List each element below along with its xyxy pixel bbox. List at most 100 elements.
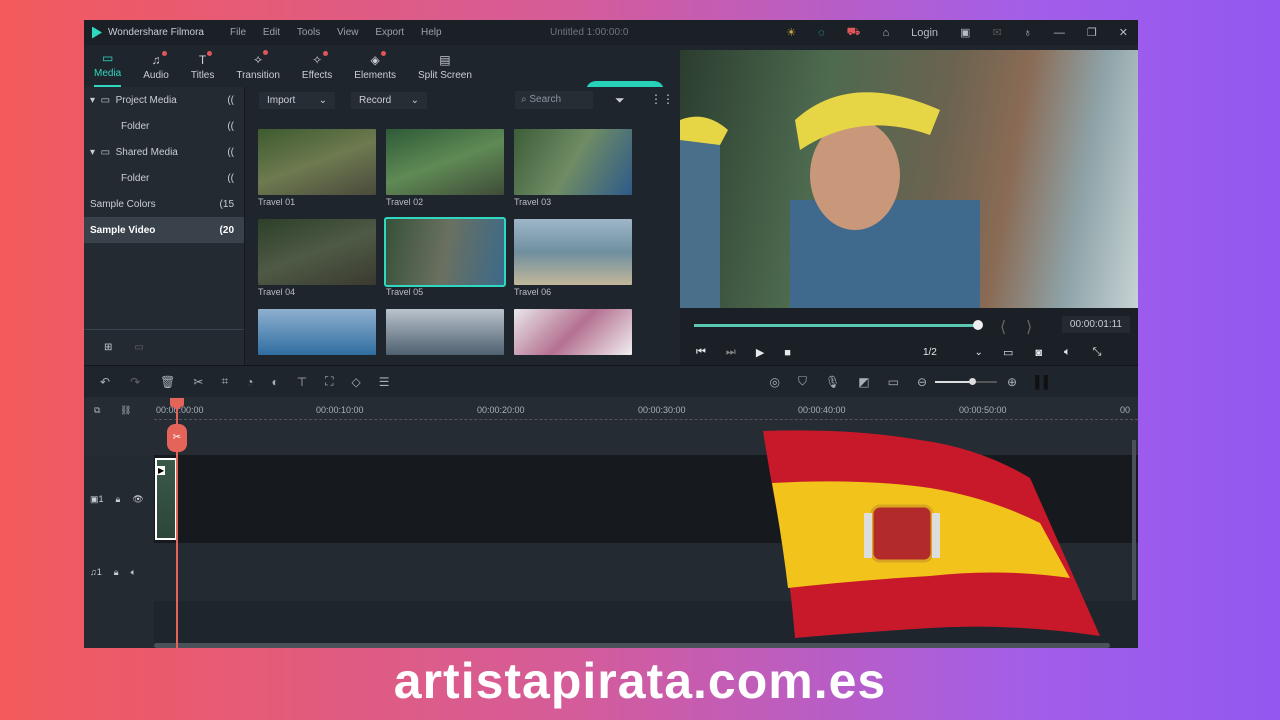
tab-transition[interactable]: ⟡ Transition: [236, 50, 280, 87]
library-project-media[interactable]: ▾ ▭ Project Media((: [84, 87, 244, 113]
stabilize-icon[interactable]: ⊤: [297, 375, 307, 389]
library-folder[interactable]: Folder((: [84, 165, 244, 191]
app-title: Wondershare Filmora: [108, 27, 204, 38]
crop-icon[interactable]: ⌗: [221, 374, 228, 389]
next-frame-icon[interactable]: ⏭: [726, 346, 736, 359]
vertical-scrollbar[interactable]: [1132, 440, 1136, 600]
audio-mix-icon[interactable]: ◩: [858, 375, 869, 389]
search-input[interactable]: ⌕ Search: [515, 91, 593, 109]
quality-dropdown[interactable]: 1/2 ⌄: [923, 347, 983, 358]
menu-export[interactable]: Export: [375, 27, 404, 38]
minimize-button[interactable]: —: [1054, 27, 1065, 39]
tab-media[interactable]: ▭ Media: [94, 51, 122, 87]
media-clip[interactable]: Travel 06: [514, 219, 632, 297]
fullscreen-icon[interactable]: ⤡: [1093, 346, 1102, 359]
menu-bar: File Edit Tools View Export Help: [216, 27, 442, 38]
playback-progress-bar[interactable]: [694, 324, 979, 327]
split-marker-icon[interactable]: ✂: [167, 424, 187, 452]
menu-help[interactable]: Help: [421, 27, 442, 38]
play-icon[interactable]: ▶: [756, 346, 764, 359]
cut-icon[interactable]: ✂: [193, 375, 203, 389]
volume-icon[interactable]: 🔈︎: [1064, 346, 1071, 359]
redo-icon[interactable]: ↷: [130, 375, 140, 389]
mail-icon[interactable]: ✉: [992, 26, 1001, 39]
mic-icon[interactable]: ♁: [1024, 27, 1032, 39]
fit-icon[interactable]: ⛶: [325, 374, 333, 389]
media-clip[interactable]: [514, 309, 632, 355]
mark-out-icon[interactable]: ⟩: [1026, 317, 1032, 337]
media-clip[interactable]: [258, 309, 376, 355]
gift-icon[interactable]: ⌂: [882, 27, 889, 39]
menu-view[interactable]: View: [337, 27, 359, 38]
progress-handle[interactable]: [973, 320, 984, 330]
timeline-clip[interactable]: ▶: [155, 458, 177, 540]
zoom-in-icon[interactable]: ⊕: [1007, 375, 1017, 389]
display-icon[interactable]: ▭: [1003, 346, 1013, 359]
close-button[interactable]: ✕: [1119, 26, 1128, 39]
save-icon[interactable]: ▣: [960, 26, 970, 39]
tab-elements[interactable]: ◈ Elements: [354, 51, 396, 87]
bulb-icon[interactable]: ☀: [786, 26, 796, 39]
cart-icon[interactable]: ⛟: [847, 26, 861, 40]
ruler-tick: 00:00:30:00: [638, 405, 686, 415]
marker-icon[interactable]: ⛉: [798, 374, 807, 389]
media-clip[interactable]: Travel 03: [514, 129, 632, 207]
undo-icon[interactable]: ↶: [100, 375, 110, 389]
zoom-slider[interactable]: [935, 377, 998, 385]
grid-view-icon[interactable]: ⋮⋮: [650, 92, 674, 106]
music-icon: ♫: [152, 51, 167, 67]
render-icon[interactable]: ◎: [770, 375, 780, 389]
import-dropdown[interactable]: Import ⌄: [259, 92, 335, 109]
timecode-display: 00:00:01:11: [1061, 316, 1130, 333]
restore-button[interactable]: ❐: [1087, 26, 1097, 39]
mark-in-icon[interactable]: ⟨: [1000, 317, 1006, 337]
folder-icon[interactable]: ▭: [134, 342, 143, 353]
delete-icon[interactable]: 🗑︎: [160, 375, 175, 389]
zoom-out-icon[interactable]: ⊖: [917, 375, 927, 389]
speed-icon[interactable]: ◔: [246, 375, 253, 389]
color-icon[interactable]: ◐: [271, 375, 278, 389]
link-icon[interactable]: ⛓: [120, 405, 131, 416]
prev-frame-icon[interactable]: ⏮: [696, 346, 706, 359]
menu-edit[interactable]: Edit: [263, 27, 280, 38]
media-clip[interactable]: [386, 309, 504, 355]
filter-icon[interactable]: ⏷: [615, 93, 625, 108]
new-folder-icon[interactable]: ⊞: [104, 342, 112, 353]
adjust-icon[interactable]: ☰: [379, 375, 390, 389]
media-clip[interactable]: Travel 02: [386, 129, 504, 207]
menu-file[interactable]: File: [230, 27, 246, 38]
main-toolbar: ▭ Media ♫ Audio T Titles ⟡ Transition ✧ Effec…: [84, 45, 680, 101]
library-shared-media[interactable]: ▾ ▭ Shared Media((: [84, 139, 244, 165]
add-track-icon[interactable]: ⧉: [94, 405, 100, 416]
record-dropdown[interactable]: Record ⌄: [351, 92, 427, 109]
caption-icon[interactable]: ▭: [888, 375, 899, 389]
sync-icon[interactable]: ◌: [818, 27, 825, 39]
menu-tools[interactable]: Tools: [297, 27, 320, 38]
keyframe-icon[interactable]: ◇: [352, 375, 361, 389]
tab-titles[interactable]: T Titles: [191, 51, 214, 87]
lock-icon[interactable]: 🔒︎: [114, 567, 119, 578]
video-preview[interactable]: [680, 50, 1138, 308]
media-clip[interactable]: Travel 05: [384, 217, 506, 297]
tab-effects[interactable]: ✧ Effects: [302, 51, 332, 87]
pause-icon[interactable]: ▌▌: [1035, 375, 1052, 389]
speaker-icon[interactable]: 🔈︎: [131, 567, 136, 578]
stop-icon[interactable]: ■: [784, 347, 791, 359]
tab-split-screen[interactable]: ▤ Split Screen: [418, 53, 472, 87]
tab-audio[interactable]: ♫ Audio: [143, 51, 169, 87]
library-sample-video[interactable]: Sample Video (20: [84, 217, 244, 243]
login-link[interactable]: Login: [911, 27, 938, 39]
effects-icon: ✧: [312, 51, 329, 67]
media-clip[interactable]: Travel 01: [258, 129, 376, 207]
snapshot-icon[interactable]: ◙: [1035, 347, 1042, 359]
lock-icon[interactable]: 🔒︎: [116, 494, 121, 505]
eye-icon[interactable]: 👁︎: [132, 494, 143, 505]
library-folder[interactable]: Folder((: [84, 113, 244, 139]
caret-down-icon: ▾: [90, 94, 101, 106]
voiceover-icon[interactable]: 🎙︎: [825, 375, 840, 389]
horizontal-scrollbar[interactable]: [154, 643, 1110, 648]
library-sample-colors[interactable]: Sample Colors (15: [84, 191, 244, 217]
media-clip[interactable]: Travel 04: [258, 219, 376, 297]
filmora-logo-icon: [92, 26, 102, 39]
player-controls: ⟨ ⟩ 00:00:01:11 ⏮ ⏭ ▶ ■ 1/2 ⌄ ▭ ◙ 🔈︎ ⤡: [680, 308, 1138, 365]
